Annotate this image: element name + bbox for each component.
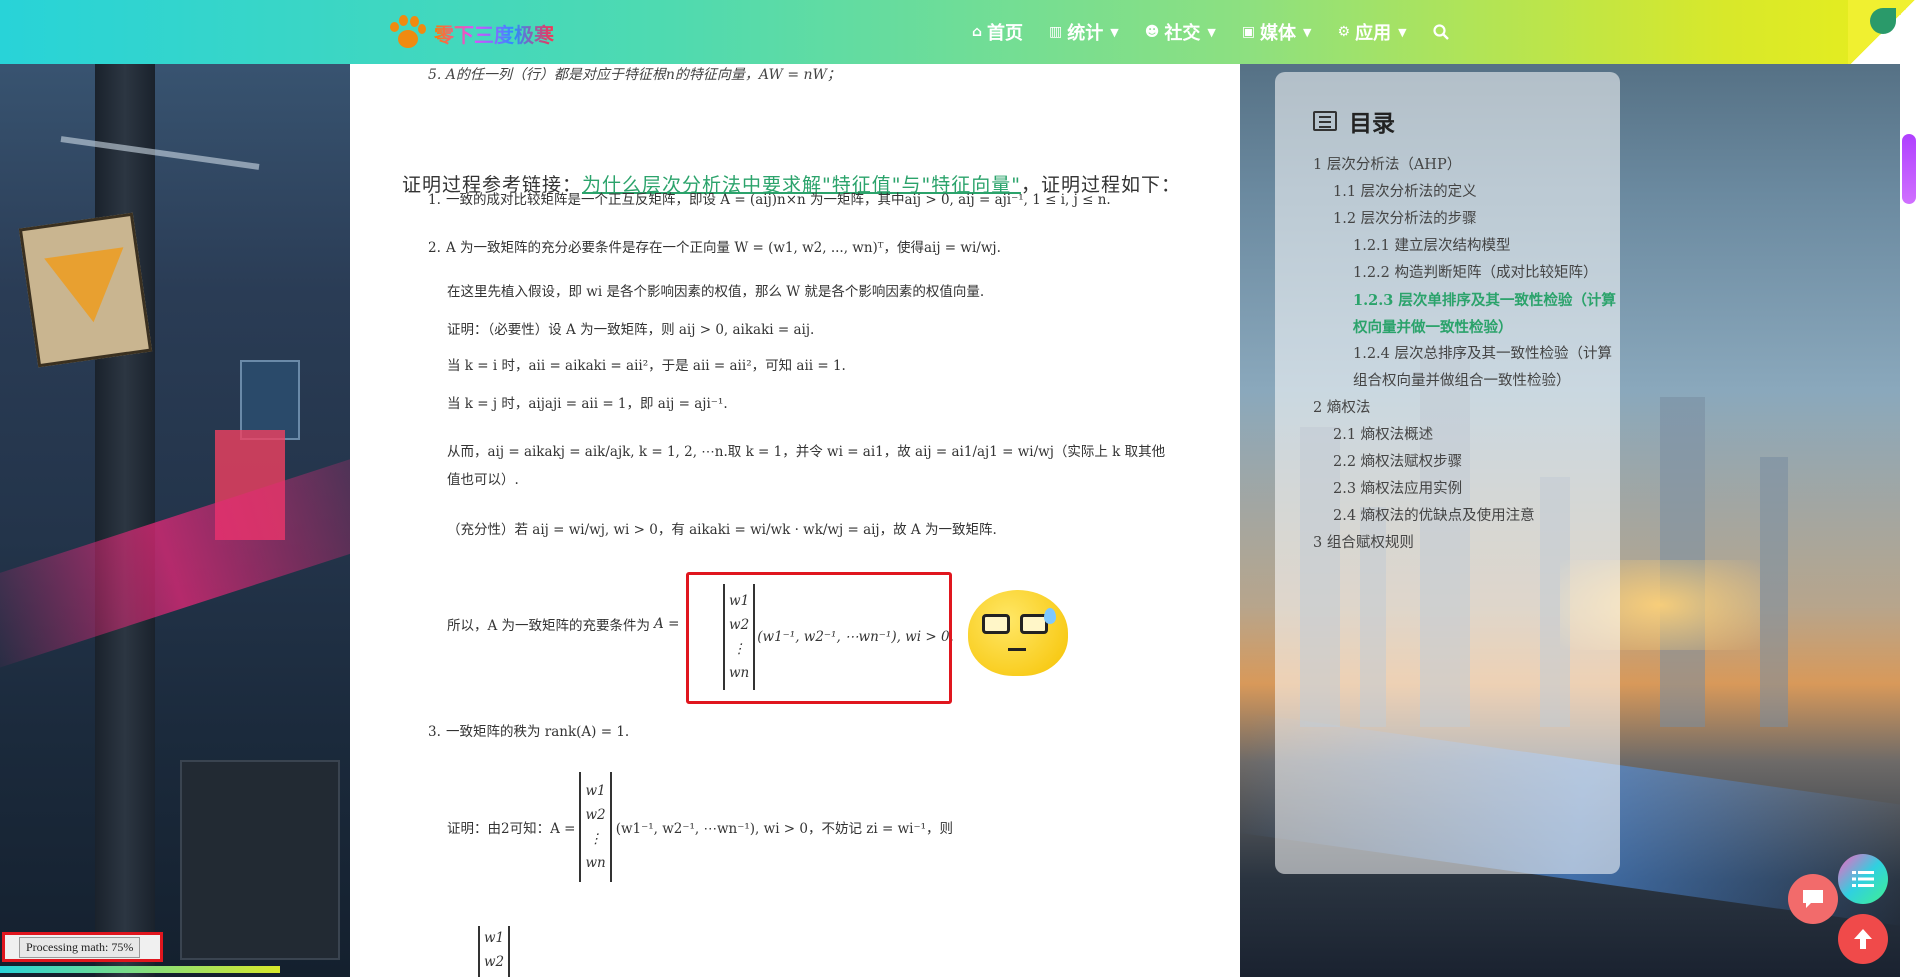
toc-item[interactable]: 2.2 熵权法赋权步骤 (1313, 449, 1620, 476)
article-body: 5. A的任一列（行）都是对应于特征根n的特征向量，AW = nW； 证明过程参… (350, 64, 1240, 977)
vector-entry: w1 (585, 783, 606, 799)
list-item: 1. 一致的成对比较矩阵是一个正互反矩阵，即设 A = (aij)n×n 为一矩阵… (428, 188, 1111, 208)
confused-emoji-sticker (968, 590, 1068, 676)
site-logo[interactable]: 零下三度极寒 (388, 14, 554, 52)
paragraph: 当 k = j 时，aijaji = aii = 1，即 aij = aji⁻¹… (447, 396, 728, 412)
math-expression: A = (654, 616, 680, 632)
list-item-text: A 为一致矩阵的充分必要条件是存在一个正向量 W = (w1, w2, ...,… (446, 240, 1001, 256)
math-expression: (w1⁻¹, w2⁻¹, ⋯wn⁻¹), wi > 0，不妨记 zi = wi⁻… (615, 821, 954, 837)
toc-item[interactable]: 3 组合赋权规则 (1313, 530, 1620, 557)
search-icon (1432, 24, 1449, 40)
column-vector: w1 w2 (478, 926, 511, 977)
chart-icon: ▥ (1049, 24, 1063, 40)
paragraph: 在这里先植入假设，即 wi 是各个影响因素的权值，那么 W 就是各个影响因素的权… (447, 284, 985, 300)
media-icon: ▣ (1241, 24, 1256, 40)
paragraph: （充分性）若 aij = wi/wj, wi > 0，有 aikaki = wi… (447, 522, 997, 538)
back-to-top-button[interactable] (1838, 914, 1888, 964)
search-button[interactable] (1432, 24, 1449, 40)
toc-title: 目录 (1313, 104, 1620, 138)
background-left-image (0, 0, 350, 977)
list-icon (1313, 111, 1337, 131)
toc-item[interactable]: 1.2.4 层次总排序及其一致性检验（计算组合权向量并做组合一致性检验） (1313, 341, 1620, 395)
list-item: 3. 一致矩阵的秩为 rank(A) = 1. (428, 720, 629, 740)
list-item-number: 1. (428, 192, 441, 208)
toc-item[interactable]: 1.1 层次分析法的定义 (1313, 179, 1620, 206)
chevron-down-icon: ▼ (1207, 25, 1216, 39)
chat-icon (1803, 890, 1823, 908)
vector-entry: wn (585, 855, 606, 871)
github-corner[interactable] (1848, 0, 1918, 64)
toc-item-active[interactable]: 1.2.3 层次单排序及其一致性检验（计算权向量并做一致性检验） (1313, 287, 1620, 341)
list-item-text: 一致的成对比较矩阵是一个正互反矩阵，即设 A = (aij)n×n 为一矩阵，其… (446, 192, 1111, 208)
nav-item-social[interactable]: ☻ 社交 ▼ (1145, 19, 1216, 45)
nav-item-label: 应用 (1355, 23, 1392, 44)
nav-item-label: 首页 (987, 23, 1024, 44)
toc-item[interactable]: 1.2.2 构造判断矩阵（成对比较矩阵） (1313, 260, 1620, 287)
equation-line: 证明：由2可知：A = w1 w2 ⋮ wn (w1⁻¹, w2⁻¹, ⋯wn⁻… (447, 772, 953, 882)
toc-item[interactable]: 2.1 熵权法概述 (1313, 422, 1620, 449)
list-icon (1852, 871, 1874, 887)
page-progress-bar (0, 966, 280, 973)
toc-toggle-button[interactable] (1838, 854, 1888, 904)
nav-item-stats[interactable]: ▥ 统计 ▼ (1049, 19, 1119, 45)
toc-item[interactable]: 2 熵权法 (1313, 395, 1620, 422)
vector-entry: w2 (484, 954, 505, 970)
leaf-icon (1870, 8, 1896, 34)
equation-line: w1 w2 (478, 926, 511, 977)
main-nav: ⌂ 首页 ▥ 统计 ▼ ☻ 社交 ▼ ▣ 媒体 ▼ ⚙ 应用 ▼ (972, 0, 1449, 64)
chevron-down-icon: ▼ (1303, 25, 1312, 39)
nav-item-apps[interactable]: ⚙ 应用 ▼ (1338, 19, 1407, 45)
top-navbar: 零下三度极寒 ⌂ 首页 ▥ 统计 ▼ ☻ 社交 ▼ ▣ 媒体 ▼ ⚙ 应用 ▼ (0, 0, 1918, 64)
paragraph: 证明：由2可知：A = (447, 821, 576, 837)
toc-item[interactable]: 2.4 熵权法的优缺点及使用注意 (1313, 503, 1620, 530)
equation-line: 所以，A 为一致矩阵的充要条件为 A = (447, 614, 679, 634)
column-vector: w1 w2 ⋮ wn (579, 772, 612, 882)
social-icon: ☻ (1144, 24, 1160, 40)
arrow-up-icon (1854, 929, 1872, 949)
toc-item[interactable]: 1 层次分析法（AHP） (1313, 152, 1620, 179)
scrollbar-thumb[interactable] (1902, 134, 1916, 204)
paw-icon (388, 14, 426, 52)
vector-entry: ⋮ (588, 831, 603, 847)
nav-item-label: 社交 (1164, 23, 1201, 44)
site-logo-text: 零下三度极寒 (434, 19, 554, 48)
toc-item[interactable]: 1.2 层次分析法的步骤 (1313, 206, 1620, 233)
list-item-number: 3. (428, 724, 441, 740)
article-partial-line: 5. A的任一列（行）都是对应于特征根n的特征向量，AW = nW； (428, 67, 841, 83)
nav-item-label: 统计 (1067, 23, 1104, 44)
gear-icon: ⚙ (1337, 24, 1351, 40)
paragraph: 从而，aij = aikakj = aik/ajk, k = 1, 2, ⋯n.… (447, 444, 1166, 488)
toc-item[interactable]: 2.3 熵权法应用实例 (1313, 476, 1620, 503)
page-scrollbar[interactable] (1900, 64, 1918, 977)
vector-entry: w1 (484, 930, 505, 946)
chat-button[interactable] (1788, 874, 1838, 924)
nav-item-label: 媒体 (1260, 23, 1297, 44)
chevron-down-icon: ▼ (1110, 25, 1119, 39)
toc-item[interactable]: 1.2.1 建立层次结构模型 (1313, 233, 1620, 260)
list-item: 2. A 为一致矩阵的充分必要条件是存在一个正向量 W = (w1, w2, ..… (428, 236, 1001, 256)
paragraph: 证明：（必要性）设 A 为一致矩阵，则 aij > 0, aikaki = ai… (447, 322, 815, 338)
home-icon: ⌂ (972, 24, 983, 40)
nav-item-home[interactable]: ⌂ 首页 (972, 19, 1023, 45)
vector-entry: w2 (585, 807, 606, 823)
paragraph: 当 k = i 时，aii = aikaki = aii²，于是 aii = a… (447, 358, 846, 374)
chevron-down-icon: ▼ (1398, 25, 1407, 39)
mathjax-status-text: Processing math: 75% (19, 936, 141, 958)
paragraph: 所以，A 为一致矩阵的充要条件为 (447, 618, 651, 634)
list-item-number: 2. (428, 240, 441, 256)
list-item-text: 一致矩阵的秩为 rank(A) = 1. (446, 724, 630, 740)
toc-title-label: 目录 (1349, 111, 1395, 137)
highlight-box (686, 572, 952, 704)
mathjax-status: Processing math: 75% (2, 932, 163, 962)
nav-item-media[interactable]: ▣ 媒体 ▼ (1242, 19, 1312, 45)
table-of-contents: 目录 1 层次分析法（AHP） 1.1 层次分析法的定义 1.2 层次分析法的步… (1275, 72, 1620, 874)
